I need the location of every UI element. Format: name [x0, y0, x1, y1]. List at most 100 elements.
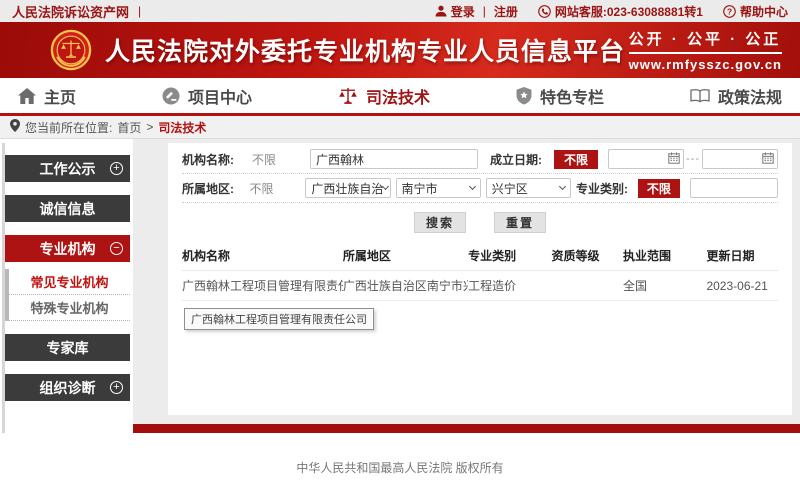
nav-item-featured[interactable]: 特色专栏: [516, 84, 604, 108]
menu-label: 工作公示: [40, 159, 96, 179]
chevron-down-icon: [382, 183, 389, 190]
col-category: 专业类别: [468, 240, 551, 271]
svg-text:?: ?: [727, 6, 732, 16]
date-range-separator: ---: [686, 153, 700, 165]
help-link[interactable]: 帮助中心: [740, 3, 788, 20]
nav-item-project-center[interactable]: 项目中心: [162, 84, 252, 108]
nav-item-home[interactable]: 主页: [18, 84, 76, 108]
founded-date-to-input[interactable]: [702, 149, 778, 169]
footer: 中华人民共和国最高人民法院 版权所有: [0, 433, 800, 484]
filter-row-region-category: 所属地区: 不限 广西壮族自治 南宁市 兴宁区 专业类别: 不限: [182, 174, 778, 203]
expand-icon[interactable]: +: [110, 162, 123, 175]
register-link[interactable]: 注册: [494, 3, 518, 20]
map-pin-icon: [10, 119, 20, 135]
category-input[interactable]: [690, 178, 778, 198]
scales-icon: [338, 87, 358, 105]
category-unlimited-button[interactable]: 不限: [638, 179, 680, 198]
collapse-icon[interactable]: −: [110, 242, 123, 255]
nav-label: 主页: [44, 84, 76, 108]
breadcrumb: 您当前所在位置: 首页 > 司法技术: [0, 116, 800, 139]
sidebar-item-professional-orgs[interactable]: 专业机构 −: [5, 235, 130, 262]
sidebar-item-integrity-info[interactable]: 诚信信息: [5, 195, 130, 222]
user-icon: [435, 5, 447, 17]
cell-region: 广西壮族自治区南宁市兴宁区: [343, 271, 468, 301]
breadcrumb-separator: >: [146, 120, 153, 134]
login-divider: |: [483, 4, 486, 18]
main-nav: 主页 项目中心 司法技术 特色专栏 政策法规: [0, 78, 800, 116]
expand-icon[interactable]: +: [110, 381, 123, 394]
org-name-input[interactable]: [310, 149, 478, 169]
table-header-row: 机构名称 所属地区 专业类别 资质等级 执业范围 更新日期: [182, 240, 778, 271]
sidebar-subitem-special-orgs[interactable]: 特殊专业机构: [9, 295, 130, 321]
top-utility-bar: 人民法院诉讼资产网 | 登录 | 注册 网站客服:023-63088881转1 …: [0, 0, 800, 22]
region-unlimited[interactable]: 不限: [249, 180, 305, 197]
breadcrumb-home[interactable]: 首页: [117, 119, 141, 136]
city-select-value: 南宁市: [402, 180, 438, 197]
content-area: 机构名称: 不限 成立日期: 不限 ---: [133, 139, 800, 424]
main-region: 工作公示 + 诚信信息 专业机构 − 常见专业机构 特殊专业机构 专家库 组织诊…: [0, 139, 800, 484]
org-name-link[interactable]: 广西翰林工程项目管理有限责任...: [182, 271, 343, 301]
menu-label: 专业机构: [40, 239, 96, 259]
breadcrumb-prefix: 您当前所在位置:: [25, 119, 112, 136]
filter-row-name-date: 机构名称: 不限 成立日期: 不限 ---: [182, 145, 778, 174]
phone-icon: [538, 5, 551, 18]
login-link[interactable]: 登录: [451, 3, 475, 20]
sidebar-menu: 工作公示 + 诚信信息 专业机构 − 常见专业机构 特殊专业机构 专家库 组织诊…: [5, 155, 130, 414]
reset-button[interactable]: 重置: [494, 212, 546, 233]
search-button[interactable]: 搜索: [414, 212, 466, 233]
province-select-value: 广西壮族自治: [311, 180, 383, 197]
founded-unlimited-button[interactable]: 不限: [554, 150, 598, 169]
breadcrumb-current: 司法技术: [158, 119, 206, 136]
city-select[interactable]: 南宁市: [396, 178, 481, 198]
filter-actions: 搜索 重置: [182, 203, 778, 238]
nav-label: 司法技术: [366, 84, 430, 108]
org-name-tooltip: 广西翰林工程项目管理有限责任公司: [184, 308, 374, 330]
court-emblem-icon: [50, 29, 92, 71]
search-panel: 机构名称: 不限 成立日期: 不限 ---: [168, 143, 792, 415]
sidebar-item-work-publicity[interactable]: 工作公示 +: [5, 155, 130, 182]
footer-red-bar: [133, 424, 800, 433]
region-label: 所属地区:: [182, 180, 249, 197]
menu-label: 专家库: [47, 338, 89, 358]
table-row: 广西翰林工程项目管理有限责任... 广西壮族自治区南宁市兴宁区 工程造价 全国 …: [182, 271, 778, 301]
calendar-icon: [762, 152, 774, 167]
help-group: ? 帮助中心: [723, 3, 788, 20]
province-select[interactable]: 广西壮族自治: [305, 178, 390, 198]
col-scope: 执业范围: [623, 240, 706, 271]
calendar-icon: [668, 152, 680, 167]
col-grade: 资质等级: [552, 240, 624, 271]
shield-star-icon: [516, 87, 532, 105]
nav-item-judicial-tech[interactable]: 司法技术: [338, 84, 430, 108]
home-icon: [18, 88, 36, 104]
founded-date-from-input[interactable]: [608, 149, 684, 169]
slogan-text: 公开 · 公平 · 公正: [629, 28, 782, 54]
site-banner: 人民法院对外委托专业机构专业人员信息平台 公开 · 公平 · 公正 www.rm…: [0, 22, 800, 78]
district-select[interactable]: 兴宁区: [486, 178, 571, 198]
site-link[interactable]: 人民法院诉讼资产网: [12, 2, 129, 21]
page-title: 人民法院对外委托专业机构专业人员信息平台: [105, 32, 625, 68]
book-icon: [690, 88, 710, 103]
help-icon: ?: [723, 5, 736, 18]
copyright-text: 中华人民共和国最高人民法院 版权所有: [296, 459, 503, 484]
hotline-group: 网站客服:023-63088881转1: [538, 3, 703, 20]
sidebar-item-org-diagnosis[interactable]: 组织诊断 +: [5, 374, 130, 401]
cell-updated: 2023-06-21: [706, 271, 778, 301]
nav-item-policy[interactable]: 政策法规: [690, 84, 782, 108]
sidebar-submenu: 常见专业机构 特殊专业机构: [5, 269, 130, 321]
sidebar-subitem-common-orgs[interactable]: 常见专业机构: [9, 269, 130, 295]
district-select-value: 兴宁区: [492, 180, 528, 197]
category-label: 专业类别:: [576, 180, 638, 197]
org-name-unlimited[interactable]: 不限: [252, 151, 310, 168]
gavel-circle-icon: [162, 87, 180, 105]
nav-label: 项目中心: [188, 84, 252, 108]
topbar-right: 登录 | 注册 网站客服:023-63088881转1 ? 帮助中心: [415, 3, 788, 20]
col-region: 所属地区: [343, 240, 468, 271]
menu-label: 组织诊断: [40, 378, 96, 398]
banner-right: 公开 · 公平 · 公正 www.rmfysszc.gov.cn: [629, 28, 786, 72]
nav-label: 政策法规: [718, 84, 782, 108]
cell-grade: [552, 271, 624, 301]
sidebar-item-expert-pool[interactable]: 专家库: [5, 334, 130, 361]
founded-date-label: 成立日期:: [490, 151, 554, 168]
chevron-down-icon: [469, 183, 476, 190]
col-org-name: 机构名称: [182, 240, 343, 271]
